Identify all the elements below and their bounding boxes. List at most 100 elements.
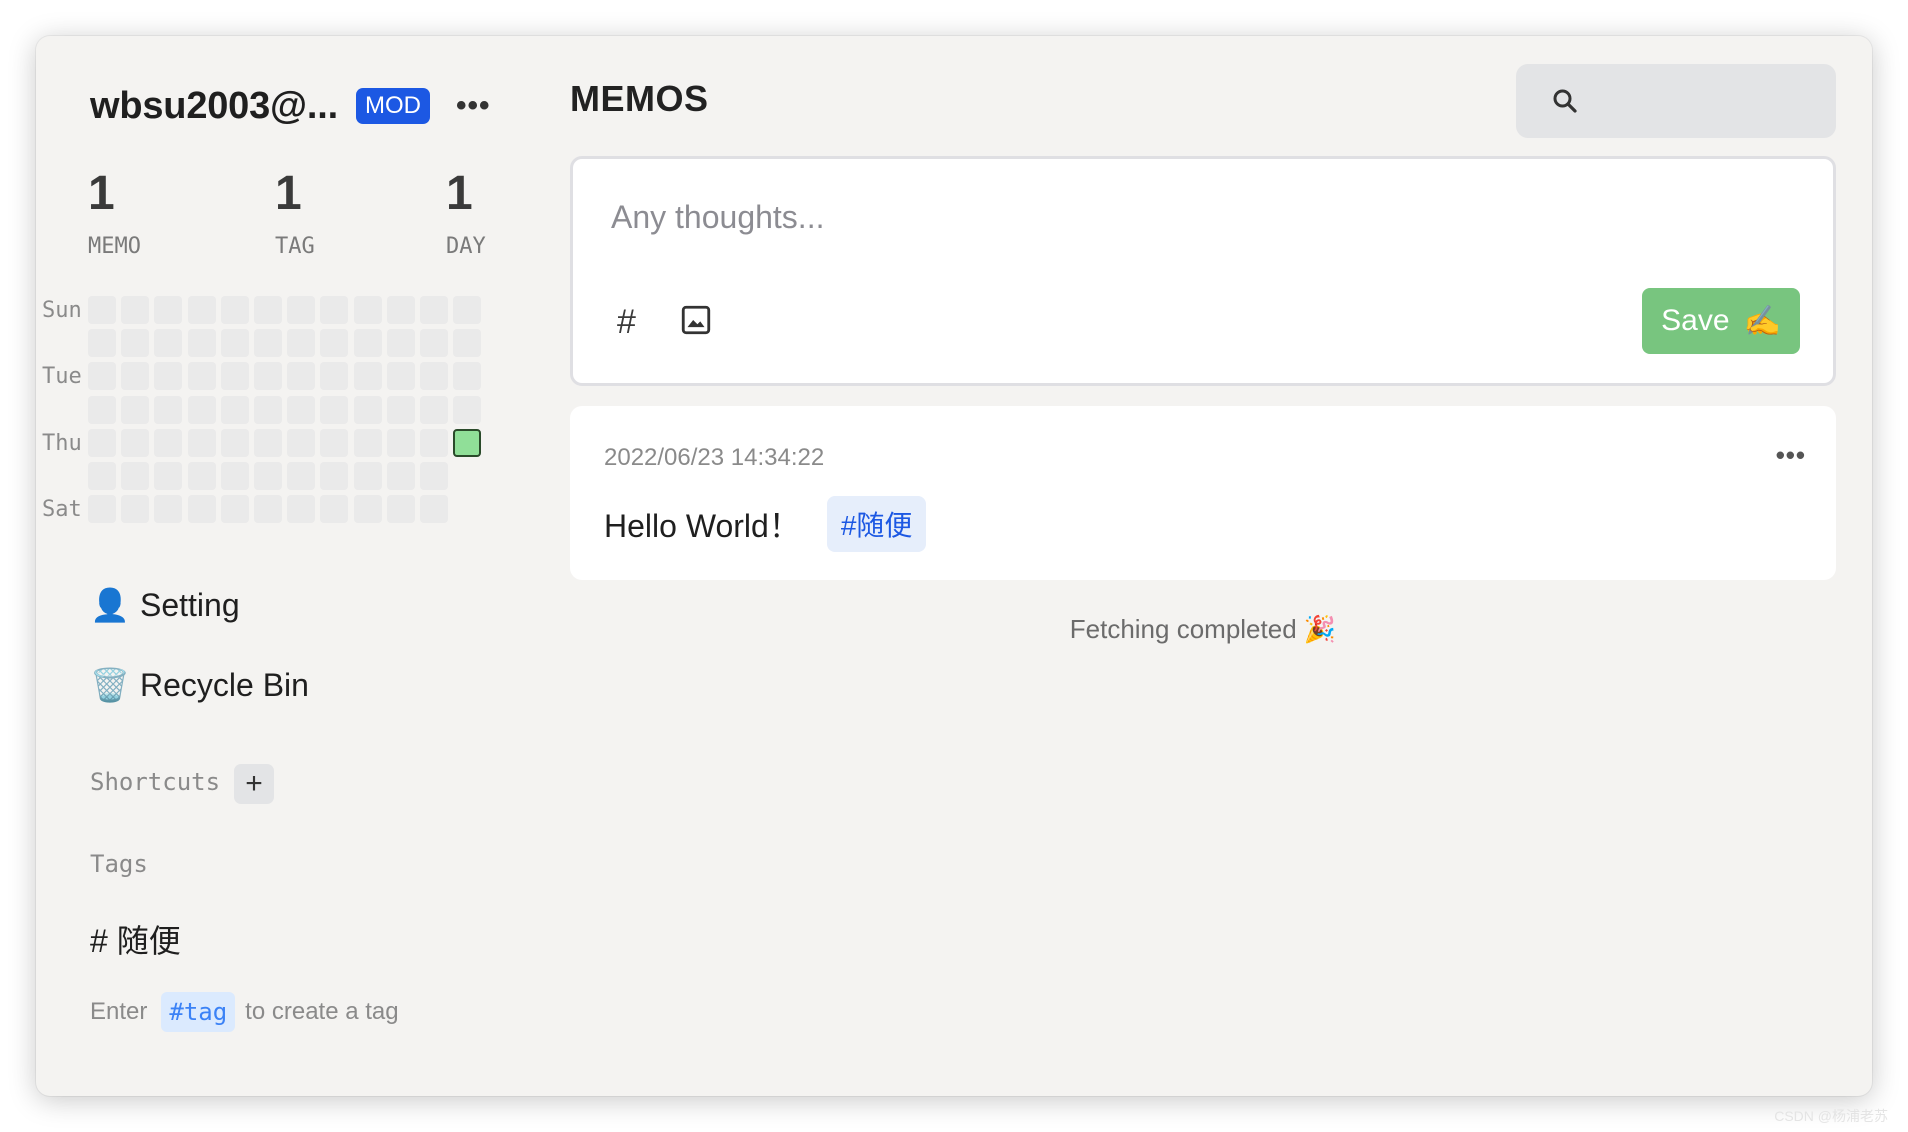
heatmap-cell[interactable] (387, 362, 415, 390)
heatmap-cell[interactable] (121, 429, 149, 457)
heatmap-cell[interactable] (121, 329, 149, 357)
heatmap-cell[interactable] (453, 329, 481, 357)
heatmap-cell[interactable] (188, 296, 216, 324)
heatmap-cell[interactable] (121, 396, 149, 424)
heatmap-cell[interactable] (221, 429, 249, 457)
more-horizontal-icon[interactable]: ••• (1776, 440, 1806, 471)
heatmap-cell[interactable] (420, 296, 448, 324)
heatmap-cell[interactable] (420, 462, 448, 490)
heatmap-cell[interactable] (287, 396, 315, 424)
heatmap-cell[interactable] (453, 296, 481, 324)
heatmap-cell[interactable] (320, 396, 348, 424)
heatmap-cell[interactable] (320, 429, 348, 457)
heatmap-cell[interactable] (154, 296, 182, 324)
heatmap-cell[interactable] (287, 429, 315, 457)
heatmap-cell[interactable] (453, 429, 481, 457)
memo-content: Hello World！ #随便 (604, 496, 927, 552)
heatmap-cell[interactable] (287, 462, 315, 490)
heatmap-cell[interactable] (88, 362, 116, 390)
heatmap-cell[interactable] (387, 462, 415, 490)
heatmap-cell[interactable] (221, 495, 249, 523)
heatmap-cell[interactable] (287, 329, 315, 357)
stat-day-label: DAY (446, 234, 486, 259)
heatmap-cell[interactable] (121, 296, 149, 324)
heatmap-cell[interactable] (88, 296, 116, 324)
memo-tag[interactable]: #随便 (826, 496, 927, 552)
heatmap-cell[interactable] (88, 462, 116, 490)
heatmap-cell[interactable] (188, 429, 216, 457)
heatmap-cell[interactable] (188, 329, 216, 357)
add-shortcut-button[interactable]: + (234, 764, 274, 804)
heatmap-cell[interactable] (387, 396, 415, 424)
heatmap-cell[interactable] (221, 329, 249, 357)
image-icon[interactable] (679, 303, 713, 337)
heatmap-cell[interactable] (154, 362, 182, 390)
heatmap-cell[interactable] (121, 495, 149, 523)
heatmap-cell[interactable] (154, 396, 182, 424)
hash-tag-button[interactable]: # (617, 303, 636, 342)
heatmap-cell[interactable] (420, 329, 448, 357)
tag-item[interactable]: # 随便 (90, 916, 181, 962)
heatmap-cell[interactable] (320, 296, 348, 324)
heatmap-cell[interactable] (387, 429, 415, 457)
sidebar-item-setting[interactable]: 👤 Setting (90, 586, 240, 624)
heatmap-cell[interactable] (88, 429, 116, 457)
sidebar-item-recycle-bin[interactable]: 🗑️ Recycle Bin (90, 666, 309, 704)
heatmap-cell[interactable] (254, 396, 282, 424)
heatmap-cell[interactable] (354, 429, 382, 457)
heatmap-cell[interactable] (188, 396, 216, 424)
heatmap-cell[interactable] (320, 362, 348, 390)
heatmap-cell[interactable] (121, 362, 149, 390)
heatmap-cell[interactable] (154, 495, 182, 523)
heatmap-cell[interactable] (387, 296, 415, 324)
heatmap-cell[interactable] (88, 329, 116, 357)
heatmap-cell[interactable] (254, 495, 282, 523)
heatmap-cell[interactable] (188, 495, 216, 523)
heatmap-cell[interactable] (188, 362, 216, 390)
more-horizontal-icon[interactable]: ••• (456, 89, 491, 123)
heatmap-cell[interactable] (287, 495, 315, 523)
heatmap-cell[interactable] (254, 362, 282, 390)
search-input[interactable] (1596, 82, 1820, 122)
heatmap-cell[interactable] (420, 362, 448, 390)
app-window: wbsu2003@... MOD ••• 1 MEMO 1 TAG 1 DAY … (36, 36, 1872, 1096)
heatmap-cell[interactable] (453, 362, 481, 390)
heatmap-cell[interactable] (154, 429, 182, 457)
heatmap-cell[interactable] (387, 329, 415, 357)
save-button[interactable]: Save ✍️ (1642, 288, 1800, 354)
search-box[interactable] (1516, 64, 1836, 138)
heatmap-cell[interactable] (420, 495, 448, 523)
heatmap-cell[interactable] (221, 396, 249, 424)
heatmap-cell[interactable] (354, 495, 382, 523)
heatmap-cell[interactable] (320, 495, 348, 523)
heatmap-cell[interactable] (320, 329, 348, 357)
heatmap-cell[interactable] (354, 396, 382, 424)
heatmap-cell[interactable] (287, 296, 315, 324)
heatmap-cell[interactable] (188, 462, 216, 490)
heatmap-cell[interactable] (254, 296, 282, 324)
heatmap-cell[interactable] (420, 396, 448, 424)
memo-input[interactable] (609, 197, 1713, 251)
heatmap-cell[interactable] (320, 462, 348, 490)
heatmap-cell[interactable] (354, 329, 382, 357)
heatmap-cell[interactable] (453, 396, 481, 424)
heatmap-cell[interactable] (354, 296, 382, 324)
heatmap-cell[interactable] (254, 429, 282, 457)
heatmap-cell[interactable] (154, 329, 182, 357)
heatmap-cell[interactable] (354, 462, 382, 490)
heatmap-cell[interactable] (420, 429, 448, 457)
heatmap-cell[interactable] (154, 462, 182, 490)
heatmap-cell[interactable] (221, 462, 249, 490)
role-badge: MOD (355, 88, 430, 124)
heatmap-cell[interactable] (287, 362, 315, 390)
heatmap-cell[interactable] (121, 462, 149, 490)
heatmap-cell[interactable] (254, 462, 282, 490)
heatmap-cell[interactable] (354, 362, 382, 390)
heatmap-cell[interactable] (221, 362, 249, 390)
heatmap-cell[interactable] (88, 396, 116, 424)
username[interactable]: wbsu2003@... (90, 85, 338, 128)
heatmap-cell[interactable] (254, 329, 282, 357)
heatmap-cell[interactable] (88, 495, 116, 523)
heatmap-cell[interactable] (387, 495, 415, 523)
heatmap-cell[interactable] (221, 296, 249, 324)
